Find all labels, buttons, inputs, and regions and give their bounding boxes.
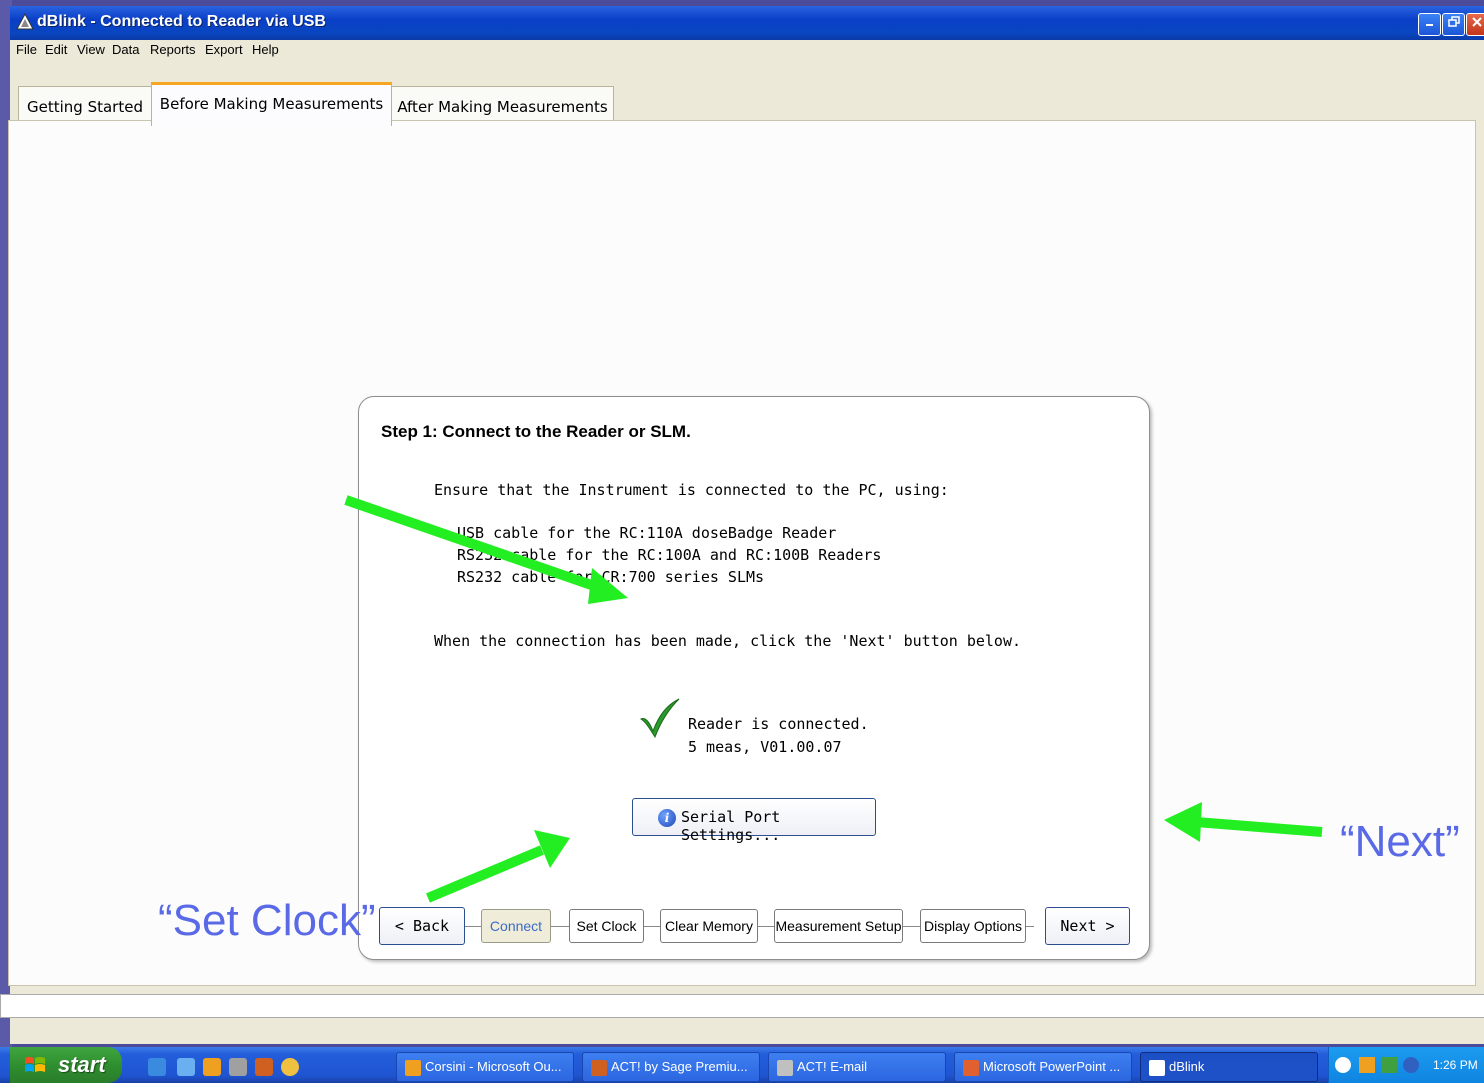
start-button[interactable]: start: [10, 1047, 122, 1083]
tray-expand-icon[interactable]: [1335, 1057, 1351, 1073]
settings-quicklaunch-icon[interactable]: [229, 1058, 247, 1076]
media-quicklaunch-icon[interactable]: [281, 1058, 299, 1076]
taskbar-item-powerpoint[interactable]: Microsoft PowerPoint ...: [954, 1052, 1132, 1082]
ie-icon[interactable]: [148, 1058, 166, 1076]
taskbar-item-outlook[interactable]: Corsini - Microsoft Ou...: [396, 1052, 574, 1082]
dblink-icon: [1149, 1060, 1165, 1076]
taskbar-item-label: Corsini - Microsoft Ou...: [425, 1059, 562, 1074]
tray-outlook-icon[interactable]: [1359, 1057, 1375, 1073]
windows-logo-icon: [25, 1057, 45, 1072]
powerpoint-icon: [963, 1060, 979, 1076]
taskbar-item-label: ACT! by Sage Premiu...: [611, 1059, 748, 1074]
outlook-quicklaunch-icon[interactable]: [203, 1058, 221, 1076]
taskbar-item-act-email[interactable]: ACT! E-mail: [768, 1052, 946, 1082]
act-quicklaunch-icon[interactable]: [255, 1058, 273, 1076]
set-clock-annotation: “Set Clock”: [158, 896, 376, 945]
taskbar-item-label: Microsoft PowerPoint ...: [983, 1059, 1121, 1074]
ie-alt-icon[interactable]: [177, 1058, 195, 1076]
taskbar-item-dblink[interactable]: dBlink: [1140, 1052, 1318, 1082]
tray-app-icon[interactable]: [1381, 1057, 1397, 1073]
act-icon: [591, 1060, 607, 1076]
taskbar-item-label: ACT! E-mail: [797, 1059, 868, 1074]
email-icon: [777, 1060, 793, 1076]
next-annotation: “Next”: [1340, 817, 1460, 866]
outlook-icon: [405, 1060, 421, 1076]
tab-before-making-measurements[interactable]: Before Making Measurements: [151, 82, 392, 126]
arrow-head-checkmark: [588, 568, 628, 604]
tray-network-icon[interactable]: [1403, 1057, 1419, 1073]
start-label: start: [58, 1052, 106, 1077]
annotation-arrows: [344, 495, 1323, 903]
arrow-head-next: [1164, 802, 1202, 842]
system-tray: 1:26 PM: [1328, 1047, 1484, 1083]
taskbar-item-act[interactable]: ACT! by Sage Premiu...: [582, 1052, 760, 1082]
taskbar-clock: 1:26 PM: [1433, 1058, 1478, 1072]
taskbar-item-label: dBlink: [1169, 1059, 1205, 1074]
